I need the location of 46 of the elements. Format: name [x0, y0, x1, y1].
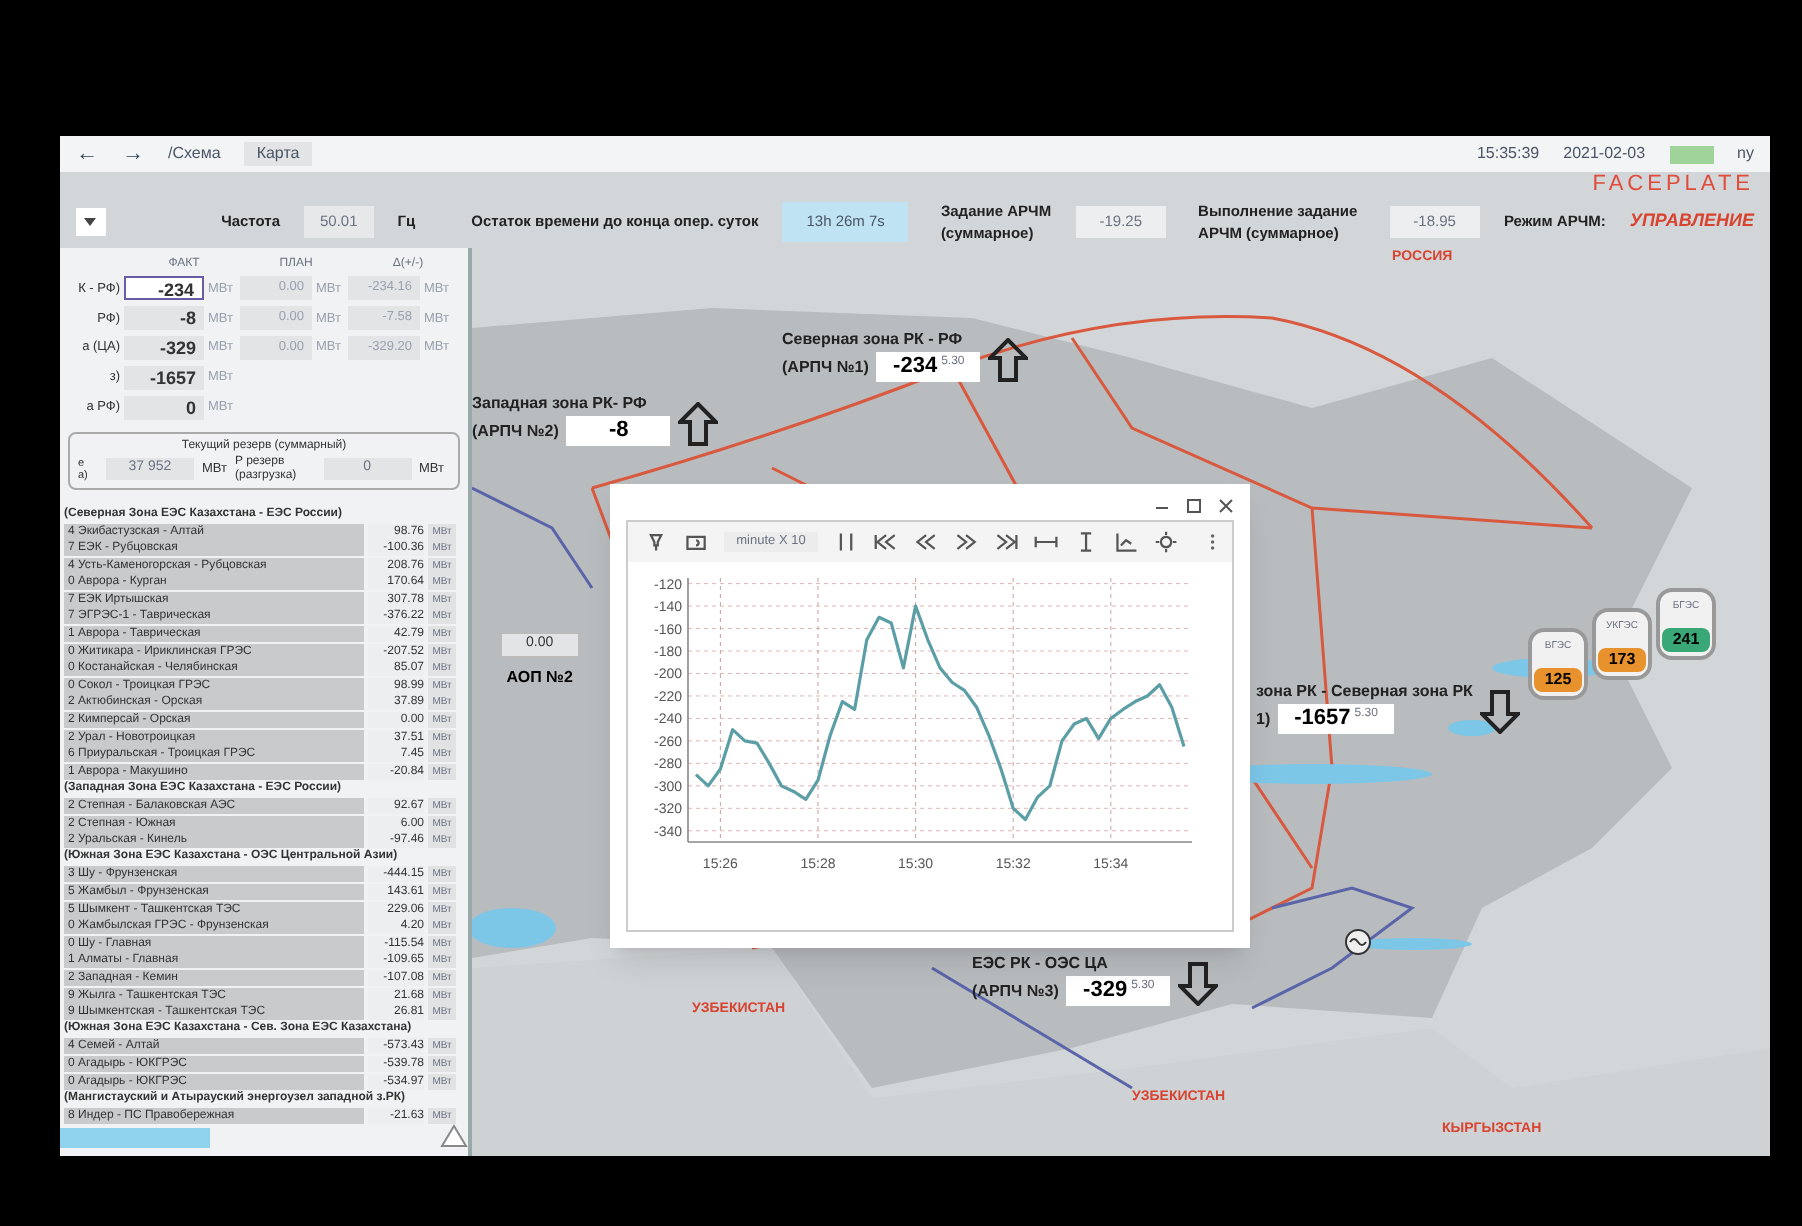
- clock-time: 15:35:39: [1476, 142, 1540, 166]
- zone-title: Западная зона РК- РФ: [472, 392, 649, 416]
- station-value: 173: [1598, 648, 1646, 672]
- zone-subtitle: (АРПЧ №1): [782, 355, 869, 379]
- flow-value: -8: [566, 416, 671, 446]
- fact-field: 0: [124, 396, 204, 421]
- date-text: 2021-02-03: [1563, 142, 1646, 166]
- more-icon[interactable]: [1210, 532, 1216, 552]
- map-tab[interactable]: Карта: [244, 142, 312, 166]
- maximize-icon[interactable]: [1186, 498, 1202, 514]
- zone-title: ЕЭС РК - ОЭС ЦА: [972, 952, 1110, 976]
- pin-icon[interactable]: [644, 530, 669, 554]
- aop-label: АОП №2: [506, 665, 573, 689]
- dropdown-button[interactable]: [76, 208, 106, 236]
- fast-forward-icon[interactable]: [954, 530, 979, 554]
- skip-forward-icon[interactable]: [994, 530, 1019, 554]
- station-value: 125: [1534, 668, 1582, 692]
- camera-icon[interactable]: [684, 530, 709, 554]
- skip-back-icon[interactable]: [873, 530, 898, 554]
- forward-button[interactable]: →: [122, 137, 144, 171]
- zone-title: зона РК - Северная зона РК: [1256, 680, 1473, 704]
- fact-field: -234: [124, 276, 204, 301]
- logo-text: FACEPLATE: [1592, 172, 1754, 196]
- zone-subtitle: (АРПЧ №3): [972, 979, 1059, 1003]
- caret-icon: [84, 218, 97, 226]
- mode-value: УПРАВЛЕНИЕ: [1629, 208, 1755, 235]
- fact-field: -1657: [124, 366, 204, 391]
- zone-subtitle: 1): [1256, 707, 1271, 731]
- flow-value: -329 $^{5.30}$: [1066, 976, 1171, 1006]
- fact-field: -8: [124, 306, 204, 331]
- back-button[interactable]: ←: [76, 137, 98, 171]
- fact-field: -329: [124, 336, 204, 361]
- resize-handle-icon[interactable]: [440, 1123, 468, 1148]
- user-name: ny: [1737, 142, 1754, 166]
- rewind-icon[interactable]: [913, 530, 938, 554]
- station-value: 241: [1662, 628, 1710, 652]
- status-indicator: [1669, 145, 1714, 163]
- axis-chart-icon[interactable]: [1114, 530, 1139, 554]
- breadcrumb[interactable]: /Схема: [168, 142, 221, 166]
- zone-subtitle: (АРПЧ №2): [472, 419, 559, 443]
- flow-value: -234 $^{5.30}$: [876, 352, 981, 382]
- zone-title: Северная зона РК - РФ: [782, 328, 965, 352]
- close-icon[interactable]: [1218, 498, 1234, 514]
- scrollbar-thumb[interactable]: [60, 1127, 210, 1148]
- flow-value: -1657 $^{5.30}$: [1278, 704, 1394, 734]
- settings-icon[interactable]: [1154, 530, 1179, 554]
